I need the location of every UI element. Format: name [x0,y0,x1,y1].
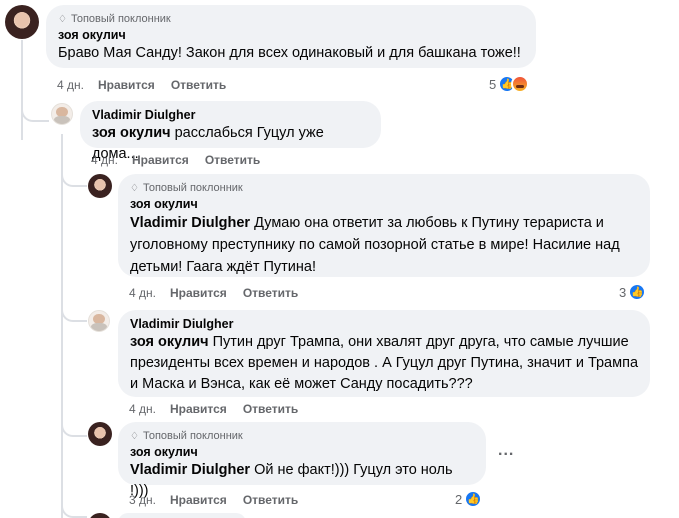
reaction-count: 3 [619,284,627,300]
like-button[interactable]: Нравится [98,78,155,92]
comment-timestamp[interactable]: 3 дн. [129,493,156,507]
thread-line [61,134,63,518]
comments-thread: ♢ Топовый поклонник зоя окулич Браво Мая… [0,0,679,518]
like-button[interactable]: Нравится [132,153,189,167]
comment-text: зоя окулич Путин друг Трампа, они хвалят… [130,334,639,392]
comment-bubble [118,513,246,518]
reaction-count: 5 [489,76,497,92]
comment-timestamp[interactable]: 4 дн. [91,153,118,167]
reply-button[interactable]: Ответить [243,286,298,300]
comment-text: Vladimir Diulgher Думаю она ответит за л… [130,215,620,275]
comment-bubble: ♢ Топовый поклонник зоя окулич Vladimir … [118,174,650,277]
top-fan-badge: ♢ Топовый поклонник [58,13,171,25]
avatar[interactable] [88,310,110,332]
reply-button[interactable]: Ответить [243,402,298,416]
top-fan-badge: ♢ Топовый поклонник [130,182,243,194]
like-button[interactable]: Нравится [170,402,227,416]
angry-icon [511,75,530,93]
thread-connector [21,100,49,122]
comment-bubble: ♢ Топовый поклонник зоя окулич Браво Мая… [46,5,536,68]
comment-author[interactable]: Vladimir Diulgher [130,317,638,331]
comment-timestamp[interactable]: 4 дн. [129,286,156,300]
diamond-icon: ♢ [130,430,139,442]
reaction-summary[interactable]: 3 👍 [619,283,647,301]
avatar[interactable] [88,422,112,446]
reply-button[interactable]: Ответить [243,493,298,507]
mention[interactable]: Vladimir Diulgher [130,462,250,478]
comment-timestamp[interactable]: 4 дн. [57,78,84,92]
avatar[interactable] [88,174,112,198]
reaction-summary[interactable]: 5 👍 [489,75,530,93]
reply-button[interactable]: Ответить [205,153,260,167]
comment-bubble: Vladimir Diulgher зоя окулич Путин друг … [118,310,650,397]
comment-actions: 4 дн. Нравится Ответить [57,77,226,93]
more-options-button[interactable]: ... [498,442,514,460]
comment-author[interactable]: зоя окулич [130,197,638,211]
mention[interactable]: зоя окулич [92,125,171,141]
comment-text: Браво Мая Санду! Закон для всех одинаков… [58,45,521,61]
avatar[interactable] [88,513,112,518]
thread-connector [61,496,87,518]
reply-button[interactable]: Ответить [171,78,226,92]
reaction-count: 2 [455,491,463,507]
like-button[interactable]: Нравится [170,493,227,507]
diamond-icon: ♢ [58,13,67,25]
comment-bubble: ♢ Топовый поклонник зоя окулич Vladimir … [118,422,486,499]
like-icon: 👍 [464,490,483,508]
comment-timestamp[interactable]: 4 дн. [129,402,156,416]
reaction-summary[interactable]: 2 👍 [455,490,483,508]
like-icon: 👍 [628,283,647,301]
thread-line [21,40,23,140]
thread-connector [61,415,87,437]
comment-author[interactable]: зоя окулич [58,28,524,42]
diamond-icon: ♢ [130,182,139,194]
comment-actions: 4 дн. Нравится Ответить [129,401,298,417]
comment-bubble: Vladimir Diulgher зоя окулич расслабься … [80,101,381,162]
comment-actions: 4 дн. Нравится Ответить [129,285,298,301]
thread-connector [61,300,87,322]
comment-author[interactable]: Vladimir Diulgher [92,108,369,122]
comment-actions: 4 дн. Нравится Ответить [91,152,260,168]
thread-connector [61,165,87,187]
avatar[interactable] [51,103,73,125]
comment-actions: 3 дн. Нравится Ответить [129,492,298,508]
top-fan-badge: ♢ Топовый поклонник [130,430,243,442]
avatar[interactable] [5,5,39,39]
mention[interactable]: Vladimir Diulgher [130,215,250,231]
like-button[interactable]: Нравится [170,286,227,300]
mention[interactable]: зоя окулич [130,334,209,350]
comment-author[interactable]: зоя окулич [130,445,474,459]
